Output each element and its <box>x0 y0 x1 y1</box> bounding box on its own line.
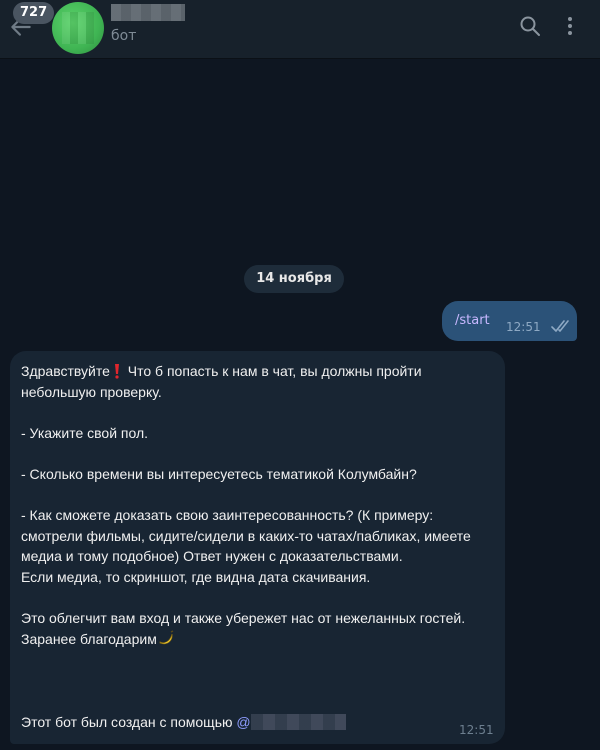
avatar[interactable] <box>52 2 104 54</box>
outgoing-message-time: 12:51 <box>506 320 541 334</box>
message-body-text: - Укажите свой пол. - Сколько времени вы… <box>21 424 471 627</box>
exclamation-emoji-icon <box>114 364 119 379</box>
chat-header: 727 бот <box>0 0 600 59</box>
thanks-text: Заранее благодарим <box>21 630 157 647</box>
outgoing-message-text[interactable]: /start <box>455 313 490 328</box>
chat-subtitle: бот <box>111 28 137 44</box>
date-separator: 14 ноября <box>244 265 344 293</box>
more-vert-icon[interactable] <box>560 14 580 38</box>
read-double-check-icon <box>551 320 569 332</box>
mention-at-sign[interactable]: @ <box>236 714 250 730</box>
bot-signature: Этот бот был создан с помощью @ <box>21 714 346 730</box>
mention-redacted[interactable] <box>250 714 346 730</box>
outgoing-message[interactable]: /start 12:51 <box>442 301 577 341</box>
incoming-message-text: Здравствуйте Что б попасть к нам в чат, … <box>21 361 491 649</box>
search-icon[interactable] <box>518 14 542 38</box>
chat-title-redacted[interactable] <box>111 4 185 21</box>
greeting-text: Здравствуйте <box>21 363 110 379</box>
unread-count-badge[interactable]: 727 <box>13 2 55 24</box>
incoming-message[interactable]: Здравствуйте Что б попасть к нам в чат, … <box>10 351 505 744</box>
signature-text: Этот бот был создан с помощью <box>21 714 237 730</box>
incoming-message-time: 12:51 <box>459 723 494 737</box>
banana-emoji-icon <box>159 630 174 644</box>
